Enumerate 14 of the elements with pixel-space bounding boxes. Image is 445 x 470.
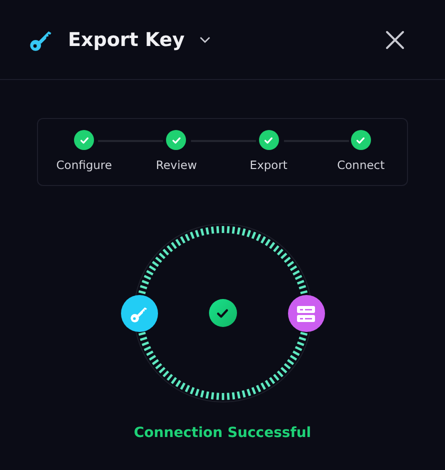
check-icon [78, 134, 90, 146]
dialog-title: Export Key [68, 28, 185, 50]
chevron-down-icon[interactable] [198, 36, 211, 44]
server-icon [296, 304, 316, 322]
step-label: Export [250, 158, 288, 172]
step-label: Configure [56, 158, 112, 172]
connection-status: Connection Successful [134, 425, 312, 441]
step-label: Review [156, 158, 197, 172]
step-label: Connect [337, 158, 385, 172]
check-icon [263, 134, 274, 146]
close-button[interactable] [385, 30, 405, 50]
close-icon [385, 30, 405, 50]
check-icon [170, 134, 182, 146]
check-icon [355, 134, 366, 146]
